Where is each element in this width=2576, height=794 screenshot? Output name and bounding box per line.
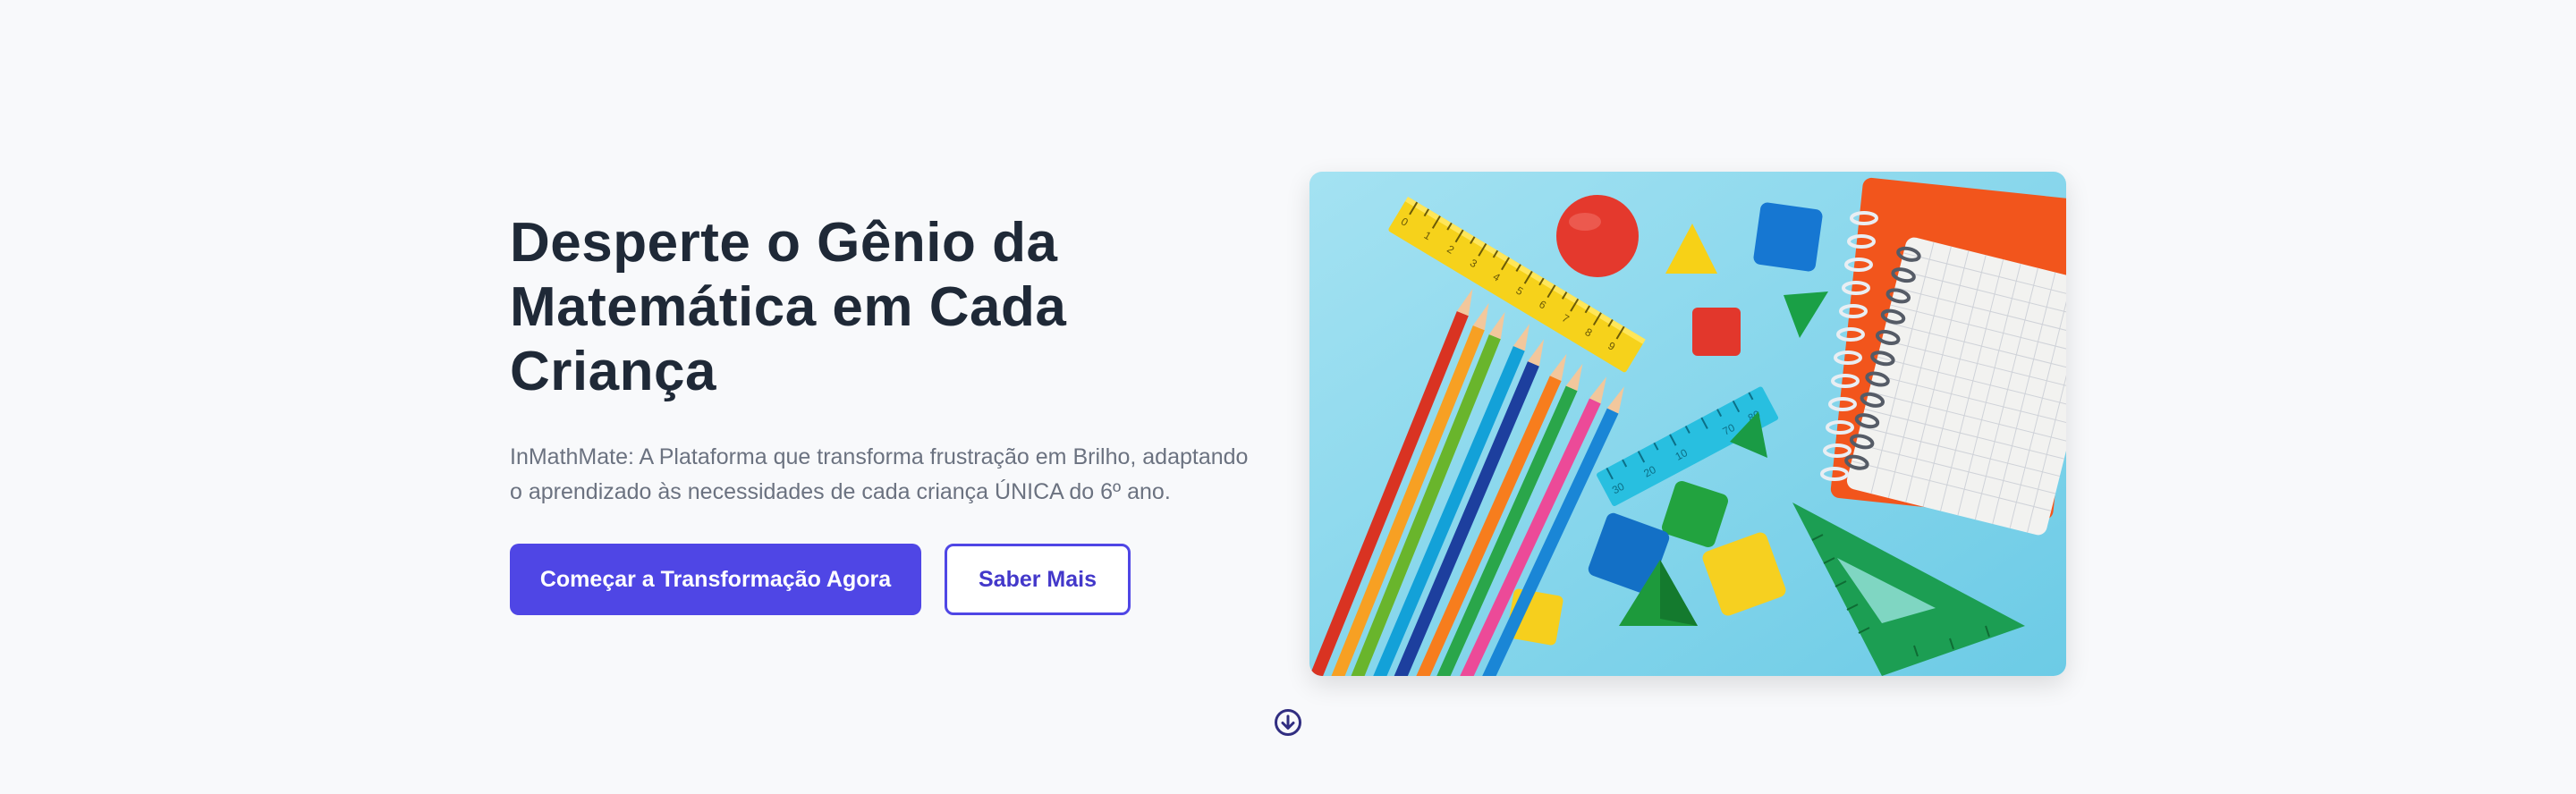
hero-title-line: Matemática em Cada (510, 276, 1067, 338)
red-circle-shape (1556, 195, 1639, 277)
start-transformation-button[interactable]: Começar a Transformação Agora (510, 544, 921, 615)
cta-button-row: Começar a Transformação Agora Saber Mais (510, 544, 1261, 615)
red-cube-shape (1692, 308, 1741, 356)
hero-title: Desperte o Gênio da Matemática em Cada C… (510, 211, 1261, 404)
arrow-down-circle-icon (1275, 709, 1301, 736)
hero-subtitle: InMathMate: A Plataforma que transforma … (510, 444, 1249, 504)
hero-title-line: Criança (510, 341, 716, 402)
hero-image: 0 1 2 3 4 5 6 7 8 9 30 20 10 70 (1309, 172, 2066, 676)
learn-more-button[interactable]: Saber Mais (945, 544, 1131, 615)
blue-cube-shape (1753, 202, 1823, 272)
scroll-down-button[interactable] (1274, 708, 1302, 737)
hero-text-block: Desperte o Gênio da Matemática em Cada C… (510, 211, 1261, 615)
hero-title-line: Desperte o Gênio da (510, 212, 1058, 274)
math-supplies-illustration: 0 1 2 3 4 5 6 7 8 9 30 20 10 70 (1309, 172, 2066, 676)
